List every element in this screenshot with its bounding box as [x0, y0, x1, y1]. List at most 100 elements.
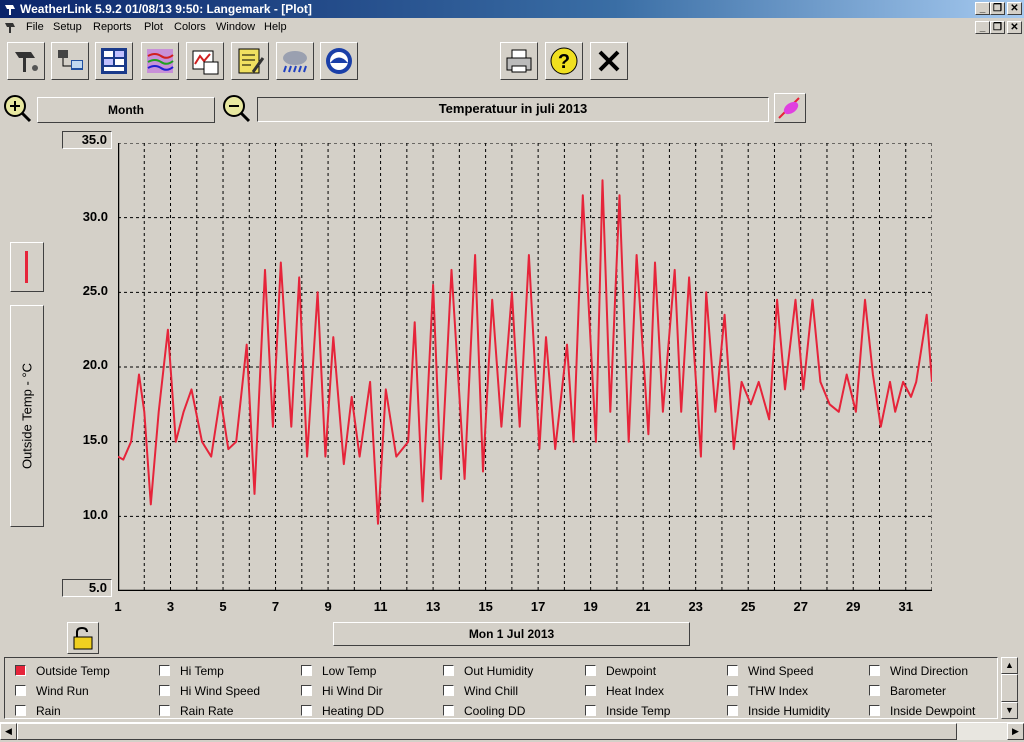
plot-icon: [192, 50, 219, 75]
legend-checkbox[interactable]: [159, 705, 170, 716]
download-icon: [58, 50, 83, 70]
x-tick-label: 27: [793, 599, 808, 614]
svg-text:?: ?: [558, 51, 570, 73]
legend-checkbox[interactable]: [443, 705, 454, 716]
x-tick-label: 7: [271, 599, 280, 614]
menu-setup[interactable]: Setup: [53, 21, 82, 33]
noaa-button[interactable]: [320, 42, 358, 80]
minimize-button[interactable]: _: [975, 2, 990, 15]
strip-chart-button[interactable]: [141, 42, 179, 80]
horizontal-scrollbar[interactable]: ◀ ▶: [0, 722, 1024, 740]
scroll-left-icon[interactable]: ◀: [0, 723, 17, 740]
legend-label: Inside Humidity: [748, 704, 831, 718]
legend-label: Heating DD: [322, 704, 385, 718]
weather-button[interactable]: [276, 42, 314, 80]
x-tick-label: 3: [166, 599, 175, 614]
span-button[interactable]: Month: [37, 97, 215, 123]
title-bar: WeatherLink 5.9.2 01/08/13 9:50: Langema…: [0, 0, 1024, 18]
doc-restore-button[interactable]: ❐: [990, 21, 1005, 34]
legend-label: Barometer: [890, 684, 947, 698]
legend-checkbox[interactable]: [301, 705, 312, 716]
temperature-chart: [118, 143, 932, 591]
notes-icon: [238, 48, 265, 74]
x-tick-label: 15: [478, 599, 493, 614]
doc-minimize-button[interactable]: _: [975, 21, 990, 34]
legend-checkbox[interactable]: [585, 665, 596, 676]
doc-close-button[interactable]: ✕: [1007, 21, 1022, 34]
legend-label: Outside Temp: [36, 664, 110, 678]
legend-checkbox[interactable]: [443, 665, 454, 676]
paint-icon: [778, 97, 800, 119]
legend-checkbox[interactable]: [585, 705, 596, 716]
menu-plot[interactable]: Plot: [144, 21, 163, 33]
legend-label: Wind Chill: [464, 684, 519, 698]
plot-title: Temperatuur in juli 2013: [257, 97, 769, 122]
legend-checkbox[interactable]: [301, 665, 312, 676]
legend-checkbox[interactable]: [869, 685, 880, 696]
legend-scrollbar[interactable]: ▲ ▼: [1001, 657, 1018, 719]
legend-label: Hi Wind Speed: [180, 684, 261, 698]
legend-checkbox[interactable]: [869, 705, 880, 716]
maximize-button[interactable]: ❐: [990, 2, 1005, 15]
menu-file[interactable]: File: [26, 21, 44, 33]
series-line-outside-temp: [118, 179, 932, 525]
x-tick-label: 17: [530, 599, 546, 614]
series-legend: Outside Temp Hi Temp Low Temp Out Humidity D…: [4, 657, 998, 719]
legend-checkbox[interactable]: [869, 665, 880, 676]
legend-checkbox[interactable]: [585, 685, 596, 696]
station-button[interactable]: [7, 42, 45, 80]
station-icon: [15, 52, 38, 72]
x-tick-label: 25: [740, 599, 756, 614]
scroll-down-icon[interactable]: ▼: [1001, 702, 1018, 719]
download-button[interactable]: [51, 42, 89, 80]
legend-label: Hi Temp: [180, 664, 224, 678]
date-button[interactable]: Mon 1 Jul 2013: [333, 622, 690, 646]
plot-button[interactable]: [186, 42, 224, 80]
notes-button[interactable]: [231, 42, 269, 80]
legend-checkbox[interactable]: [727, 705, 738, 716]
legend-label: Hi Wind Dir: [322, 684, 383, 698]
legend-label: Heat Index: [606, 684, 665, 698]
legend-checkbox[interactable]: [159, 685, 170, 696]
help-button[interactable]: ?: [545, 42, 583, 80]
line-swatch-icon: [25, 251, 28, 283]
x-tick-label: 9: [324, 599, 332, 614]
legend-label: Out Humidity: [464, 664, 534, 678]
scroll-up-icon[interactable]: ▲: [1001, 657, 1018, 674]
zoom-out-icon[interactable]: [221, 93, 251, 123]
scroll-right-icon[interactable]: ▶: [1007, 723, 1024, 740]
window-title: WeatherLink 5.9.2 01/08/13 9:50: Langema…: [20, 2, 312, 16]
legend-checkbox[interactable]: [159, 665, 170, 676]
x-tick-label: 23: [688, 599, 703, 614]
menu-help[interactable]: Help: [264, 21, 287, 33]
legend-checkbox[interactable]: [727, 685, 738, 696]
legend-checkbox[interactable]: [15, 665, 26, 676]
lock-button[interactable]: [67, 622, 99, 654]
bulletin-button[interactable]: [95, 42, 133, 80]
y-tick-label: 10.0: [82, 507, 108, 522]
zoom-in-icon[interactable]: [2, 93, 32, 123]
y-tick-label: 15.0: [82, 432, 108, 447]
legend-checkbox[interactable]: [727, 665, 738, 676]
legend-label: Low Temp: [322, 664, 377, 678]
scroll-thumb-horizontal[interactable]: [17, 723, 957, 740]
y-tick-label: 5.0: [62, 579, 112, 597]
print-button[interactable]: [500, 42, 538, 80]
menu-window[interactable]: Window: [216, 21, 255, 33]
color-picker-button[interactable]: [774, 93, 806, 123]
menu-reports[interactable]: Reports: [93, 21, 132, 33]
app-icon: [5, 5, 15, 15]
legend-checkbox[interactable]: [15, 705, 26, 716]
close-window-button[interactable]: ✕: [1007, 2, 1022, 15]
legend-checkbox[interactable]: [443, 685, 454, 696]
close-plot-button[interactable]: [590, 42, 628, 80]
y-tick-label: 30.0: [82, 209, 108, 224]
line-style-button[interactable]: [10, 242, 44, 292]
legend-checkbox[interactable]: [15, 685, 26, 696]
x-tick-label: 5: [219, 599, 227, 614]
y-axis-label-button[interactable]: Outside Temp - °C: [10, 305, 44, 527]
legend-checkbox[interactable]: [301, 685, 312, 696]
scroll-thumb[interactable]: [1001, 674, 1018, 702]
menu-colors[interactable]: Colors: [174, 21, 206, 33]
close-icon: [598, 50, 620, 72]
